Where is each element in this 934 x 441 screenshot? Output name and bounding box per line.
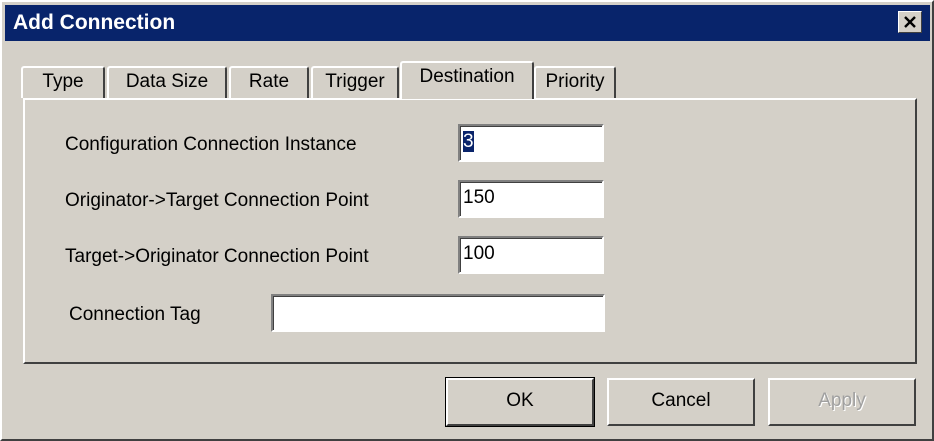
t-to-o-point-input[interactable]: 100 xyxy=(458,236,604,274)
tab-data-size[interactable]: Data Size xyxy=(107,66,227,98)
ok-button[interactable]: OK xyxy=(445,377,595,427)
dialog-title: Add Connection xyxy=(13,11,176,34)
o-to-t-point-input[interactable]: 150 xyxy=(458,180,604,218)
tab-label: Type xyxy=(42,71,84,92)
cancel-button[interactable]: Cancel xyxy=(607,378,755,426)
destination-tab-panel: Configuration Connection Instance 3 Orig… xyxy=(23,98,917,364)
close-icon xyxy=(904,16,916,28)
config-instance-input[interactable]: 3 xyxy=(458,124,604,162)
add-connection-dialog: Add Connection Type Data Size Rate Trigg… xyxy=(0,0,934,441)
tab-trigger[interactable]: Trigger xyxy=(311,66,399,98)
close-button[interactable] xyxy=(898,11,922,33)
tab-type[interactable]: Type xyxy=(21,66,105,98)
tab-label: Rate xyxy=(248,71,290,92)
tab-destination[interactable]: Destination xyxy=(400,61,534,99)
t-to-o-point-label: Target->Originator Connection Point xyxy=(65,246,369,267)
tab-priority[interactable]: Priority xyxy=(534,66,616,98)
connection-tag-label: Connection Tag xyxy=(69,304,201,325)
o-to-t-point-label: Originator->Target Connection Point xyxy=(65,190,369,211)
tab-label: Destination xyxy=(419,66,515,87)
title-bar[interactable]: Add Connection xyxy=(5,5,930,41)
tab-label: Trigger xyxy=(325,71,385,92)
tab-label: Data Size xyxy=(125,71,209,92)
connection-tag-input[interactable] xyxy=(271,294,605,332)
tab-label: Priority xyxy=(545,71,605,92)
config-instance-label: Configuration Connection Instance xyxy=(65,134,357,155)
config-instance-value: 3 xyxy=(463,131,474,152)
apply-button[interactable]: Apply xyxy=(768,378,916,426)
tab-rate[interactable]: Rate xyxy=(229,66,309,98)
